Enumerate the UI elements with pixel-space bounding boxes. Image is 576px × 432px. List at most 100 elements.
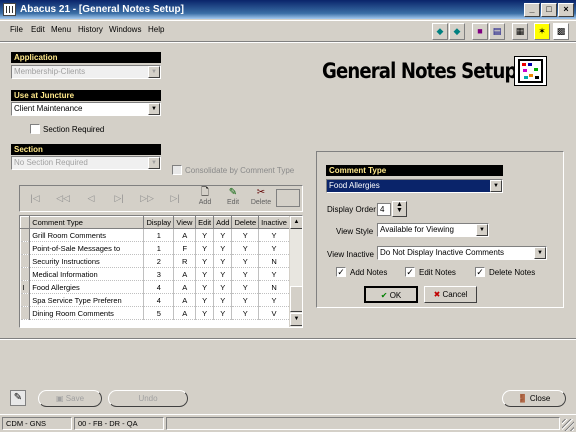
ok-button[interactable]: ✔ OK [364, 286, 418, 303]
col-display[interactable]: Display [143, 216, 175, 229]
undo-button[interactable]: Undo [108, 390, 188, 407]
table-cell[interactable]: Y [231, 241, 260, 255]
app-icon[interactable] [3, 3, 16, 16]
calculator-icon[interactable]: ▦ [512, 23, 528, 40]
table-cell[interactable]: Y [195, 228, 215, 242]
row-indicator[interactable] [20, 254, 31, 268]
arrow-right-icon[interactable]: ◆ [449, 23, 465, 40]
table-cell[interactable]: Y [231, 280, 260, 294]
add-button[interactable]: 🗋 Add [192, 187, 218, 211]
close-window-button[interactable]: × [558, 3, 574, 17]
book-icon[interactable]: ■ [472, 23, 488, 40]
comment-type-select[interactable]: Food Allergies ▼ [326, 179, 503, 193]
scroll-thumb[interactable] [290, 286, 302, 312]
col-delete[interactable]: Delete [231, 216, 260, 229]
table-cell[interactable]: Y [213, 306, 233, 320]
row-indicator[interactable] [20, 228, 31, 242]
prev-page-icon[interactable]: ◁◁ [50, 188, 76, 208]
edit-button[interactable]: ✎ Edit [220, 187, 246, 211]
consolidate-checkbox[interactable] [172, 165, 182, 175]
table-cell[interactable]: Food Allergies [29, 280, 145, 294]
chevron-down-icon[interactable]: ▼ [148, 157, 160, 169]
grid-scrollbar[interactable]: ▲ ▼ [289, 216, 302, 327]
table-cell[interactable]: 2 [143, 254, 175, 268]
table-cell[interactable]: Security Instructions [29, 254, 145, 268]
col-add[interactable]: Add [213, 216, 233, 229]
table-cell[interactable]: Y [258, 293, 290, 307]
table-cell[interactable]: Grill Room Comments [29, 228, 145, 242]
juncture-select[interactable]: Client Maintenance ▼ [11, 102, 161, 116]
table-cell[interactable]: 4 [143, 293, 175, 307]
close-button[interactable]: 🚪 Close [502, 390, 566, 407]
chevron-down-icon[interactable]: ▼ [476, 224, 488, 236]
table-cell[interactable]: Y [195, 280, 215, 294]
row-indicator[interactable] [20, 267, 31, 281]
table-cell[interactable]: Y [195, 293, 215, 307]
menu-windows[interactable]: Windows [109, 25, 141, 34]
minimize-button[interactable]: _ [524, 3, 540, 17]
table-cell[interactable]: A [173, 267, 197, 281]
table-cell[interactable]: Y [231, 267, 260, 281]
col-edit[interactable]: Edit [195, 216, 215, 229]
table-row[interactable]: Grill Room Comments 1 A Y Y Y Y [20, 228, 290, 242]
table-row[interactable]: Security Instructions 2 R Y Y Y N [20, 254, 290, 268]
chevron-down-icon[interactable]: ▼ [534, 247, 546, 259]
table-cell[interactable]: A [173, 228, 197, 242]
table-cell[interactable]: Dining Room Comments [29, 306, 145, 320]
table-cell[interactable]: 4 [143, 280, 175, 294]
view-style-select[interactable]: Available for Viewing ▼ [377, 223, 489, 237]
col-comment-type[interactable]: Comment Type [29, 216, 145, 229]
col-view[interactable]: View [173, 216, 197, 229]
print-icon[interactable] [276, 189, 300, 207]
row-indicator[interactable]: I [20, 280, 31, 294]
table-cell[interactable]: Y [213, 280, 233, 294]
table-cell[interactable]: Y [258, 228, 290, 242]
menu-menu[interactable]: Menu [51, 25, 71, 34]
table-row[interactable]: Point-of-Sale Messages to 1 F Y Y Y Y [20, 241, 290, 255]
edit-notes-checkbox[interactable]: ✓ [405, 267, 415, 277]
col-inactive[interactable]: Inactive [258, 216, 290, 229]
display-order-spinner[interactable]: ▲ ▼ [392, 201, 407, 217]
first-record-icon[interactable]: |◁ [22, 188, 48, 208]
application-select[interactable]: Membership-Clients ▼ [11, 65, 161, 79]
table-cell[interactable]: Y [195, 267, 215, 281]
abacus-icon[interactable]: ▩ [553, 23, 569, 40]
note-icon[interactable]: ✎ [10, 390, 26, 406]
section-select[interactable]: No Section Required ▼ [11, 156, 161, 170]
table-cell[interactable]: 1 [143, 241, 175, 255]
table-cell[interactable]: Y [258, 241, 290, 255]
run-icon[interactable]: ✶ [534, 23, 550, 40]
table-cell[interactable]: A [173, 280, 197, 294]
resize-grip[interactable] [562, 419, 574, 431]
table-cell[interactable]: Y [231, 306, 260, 320]
delete-button[interactable]: ✂ Delete [248, 187, 274, 211]
table-cell[interactable]: 3 [143, 267, 175, 281]
table-cell[interactable]: Y [258, 267, 290, 281]
table-cell[interactable]: Y [213, 293, 233, 307]
table-cell[interactable]: Spa Service Type Preferen [29, 293, 145, 307]
arrow-left-icon[interactable]: ◆ [432, 23, 448, 40]
view-inactive-select[interactable]: Do Not Display Inactive Comments ▼ [377, 246, 547, 260]
table-row[interactable]: Dining Room Comments 5 A Y Y Y V [20, 306, 290, 320]
table-row[interactable]: I Food Allergies 4 A Y Y Y N [20, 280, 290, 294]
display-order-input[interactable]: 4 [377, 203, 391, 216]
menu-file[interactable]: File [10, 25, 23, 34]
menu-help[interactable]: Help [148, 25, 164, 34]
scroll-down-icon[interactable]: ▼ [290, 313, 302, 326]
table-cell[interactable]: R [173, 254, 197, 268]
table-cell[interactable]: Y [231, 254, 260, 268]
table-cell[interactable]: A [173, 306, 197, 320]
table-cell[interactable]: N [258, 254, 290, 268]
table-cell[interactable]: Y [195, 306, 215, 320]
row-indicator[interactable] [20, 293, 31, 307]
last-record-icon[interactable]: ▷| [162, 188, 188, 208]
next-page-icon[interactable]: ▷▷ [134, 188, 160, 208]
table-cell[interactable]: V [258, 306, 290, 320]
menu-edit[interactable]: Edit [31, 25, 45, 34]
table-cell[interactable]: Y [195, 254, 215, 268]
table-cell[interactable]: N [258, 280, 290, 294]
delete-notes-checkbox[interactable]: ✓ [475, 267, 485, 277]
table-cell[interactable]: Y [213, 254, 233, 268]
table-cell[interactable]: Y [213, 228, 233, 242]
table-cell[interactable]: A [173, 293, 197, 307]
